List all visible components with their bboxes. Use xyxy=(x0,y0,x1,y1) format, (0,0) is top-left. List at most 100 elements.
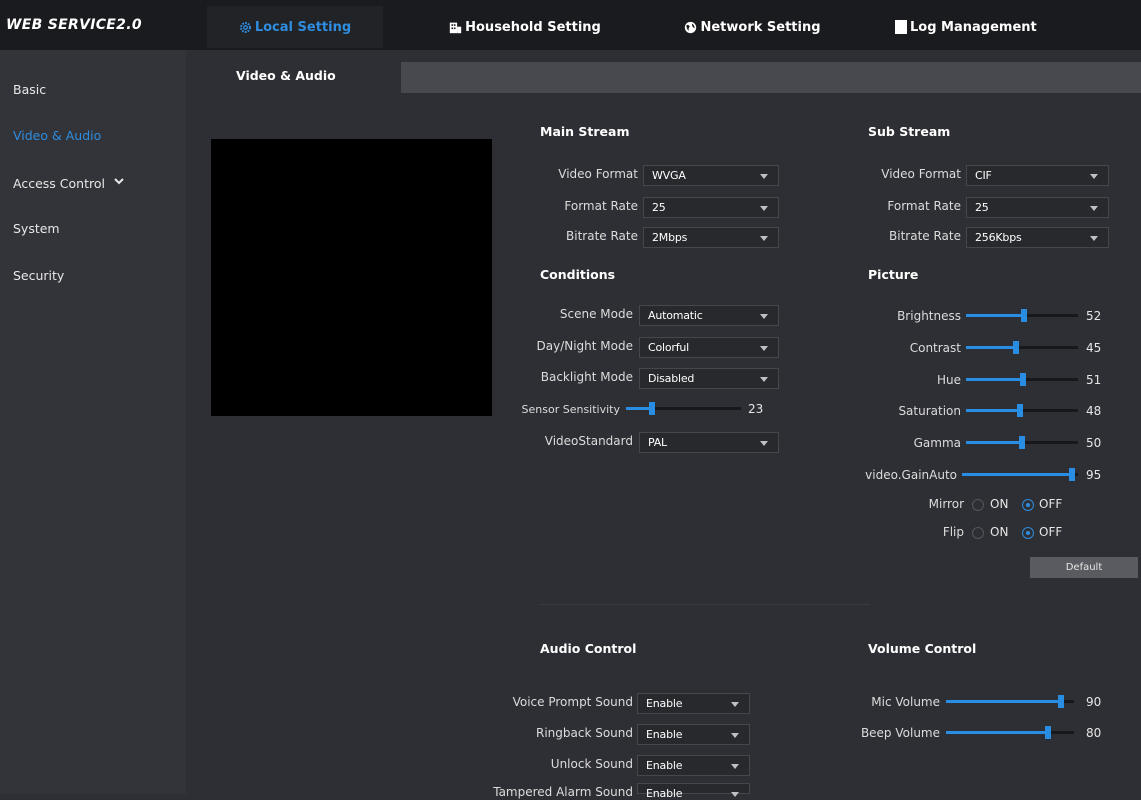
dropdown-arrow-icon xyxy=(760,377,768,382)
nav-label: Local Setting xyxy=(254,19,352,35)
saturation-slider[interactable] xyxy=(966,404,1078,417)
sidebar-item-security[interactable]: Security xyxy=(13,268,64,283)
contrast-slider[interactable] xyxy=(966,341,1078,354)
flip-off-label: OFF xyxy=(1039,525,1063,539)
sub-bitrate-rate-label: Bitrate Rate xyxy=(889,229,961,243)
saturation-value: 48 xyxy=(1086,404,1102,418)
nav-local-setting[interactable]: Local Setting xyxy=(207,6,383,48)
mirror-on-radio[interactable] xyxy=(972,499,984,511)
day-night-mode-select[interactable]: Colorful xyxy=(639,337,779,358)
backlight-mode-label: Backlight Mode xyxy=(540,370,633,384)
sub-video-format-select[interactable]: CIF xyxy=(966,165,1109,186)
slider-handle[interactable] xyxy=(1058,695,1065,708)
mic-volume-slider[interactable] xyxy=(946,695,1074,708)
backlight-mode-select[interactable]: Disabled xyxy=(639,368,779,389)
gain-auto-value: 95 xyxy=(1086,468,1102,482)
slider-handle[interactable] xyxy=(1020,373,1027,386)
main-video-format-select[interactable]: WVGA xyxy=(643,165,779,186)
default-button[interactable]: Default xyxy=(1030,557,1138,578)
saturation-label: Saturation xyxy=(898,404,961,418)
nav-label: Network Setting xyxy=(700,19,821,35)
gamma-label: Gamma xyxy=(913,436,961,450)
mirror-off-radio[interactable] xyxy=(1022,499,1034,511)
nav-household-setting[interactable]: Household Setting xyxy=(430,6,620,48)
hue-value: 51 xyxy=(1086,373,1102,387)
sidebar-item-system[interactable]: System xyxy=(13,221,60,236)
hue-label: Hue xyxy=(936,373,961,387)
day-night-mode-label: Day/Night Mode xyxy=(536,339,634,353)
dropdown-arrow-icon xyxy=(760,236,768,241)
dropdown-arrow-icon xyxy=(760,206,768,211)
slider-handle[interactable] xyxy=(1021,309,1028,322)
nav-log-management[interactable]: Log Management xyxy=(880,6,1080,48)
audio-control-title: Audio Control xyxy=(540,641,637,656)
sub-bitrate-rate-select[interactable]: 256Kbps xyxy=(966,227,1109,248)
globe-icon xyxy=(684,21,697,34)
slider-handle[interactable] xyxy=(1019,436,1025,449)
flip-on-radio[interactable] xyxy=(972,527,984,539)
picture-title: Picture xyxy=(868,267,919,282)
tampered-alarm-sound-label: Tampered Alarm Sound xyxy=(493,785,633,799)
gain-auto-slider[interactable] xyxy=(962,468,1078,481)
mirror-label: Mirror xyxy=(928,497,964,511)
ringback-sound-select[interactable]: Enable xyxy=(637,724,750,745)
main-format-rate-label: Format Rate xyxy=(564,199,638,213)
main-bitrate-rate-select[interactable]: 2Mbps xyxy=(643,227,779,248)
sub-format-rate-label: Format Rate xyxy=(887,199,961,213)
flip-on-label: ON xyxy=(990,525,1009,539)
voice-prompt-sound-select[interactable]: Enable xyxy=(637,693,750,714)
brightness-value: 52 xyxy=(1086,309,1102,323)
main-bitrate-rate-label: Bitrate Rate xyxy=(566,229,638,243)
sensor-sensitivity-slider[interactable] xyxy=(626,402,741,415)
gain-auto-label: video.GainAuto xyxy=(865,468,957,482)
brightness-slider[interactable] xyxy=(966,309,1078,322)
main-format-rate-select[interactable]: 25 xyxy=(643,197,779,218)
scene-mode-select[interactable]: Automatic xyxy=(639,305,779,326)
beep-volume-slider[interactable] xyxy=(946,726,1074,739)
main-stream-title: Main Stream xyxy=(540,124,630,139)
dropdown-arrow-icon xyxy=(1090,206,1098,211)
tab-label: Video & Audio xyxy=(236,68,336,83)
slider-handle[interactable] xyxy=(1045,726,1052,739)
slider-handle[interactable] xyxy=(649,402,656,415)
chevron-down-icon[interactable] xyxy=(113,175,125,189)
slider-handle[interactable] xyxy=(1069,468,1076,481)
flip-label: Flip xyxy=(942,525,964,539)
dropdown-arrow-icon xyxy=(760,314,768,319)
sidebar-item-video-audio[interactable]: Video & Audio xyxy=(13,128,101,143)
gamma-slider[interactable] xyxy=(966,436,1078,449)
dropdown-arrow-icon xyxy=(731,702,739,707)
beep-volume-value: 80 xyxy=(1086,726,1102,740)
nav-network-setting[interactable]: Network Setting xyxy=(655,6,850,48)
sidebar-item-basic[interactable]: Basic xyxy=(13,82,46,97)
dropdown-arrow-icon xyxy=(760,174,768,179)
mic-volume-value: 90 xyxy=(1086,695,1102,709)
slider-handle[interactable] xyxy=(1013,341,1020,354)
sub-stream-title: Sub Stream xyxy=(868,124,951,139)
video-preview xyxy=(211,139,492,416)
app-logo: WEB SERVICE2.0 xyxy=(6,17,142,33)
ringback-sound-label: Ringback Sound xyxy=(535,726,633,740)
scene-mode-label: Scene Mode xyxy=(559,307,633,321)
dropdown-arrow-icon xyxy=(731,733,739,738)
nav-label: Log Management xyxy=(910,19,1037,35)
hue-slider[interactable] xyxy=(966,373,1078,386)
section-divider xyxy=(540,604,870,605)
brightness-label: Brightness xyxy=(897,309,961,323)
tampered-alarm-sound-select[interactable]: Enable xyxy=(637,783,750,800)
main-video-format-label: Video Format xyxy=(558,167,638,181)
beep-volume-label: Beep Volume xyxy=(860,726,940,740)
mirror-on-label: ON xyxy=(990,497,1009,511)
dropdown-arrow-icon xyxy=(731,764,739,769)
unlock-sound-select[interactable]: Enable xyxy=(637,755,750,776)
flip-off-radio[interactable] xyxy=(1022,527,1034,539)
sidebar-item-access-control[interactable]: Access Control xyxy=(13,176,105,191)
video-standard-select[interactable]: PAL xyxy=(639,432,779,453)
volume-control-title: Volume Control xyxy=(868,641,977,656)
unlock-sound-label: Unlock Sound xyxy=(550,757,633,771)
video-standard-label: VideoStandard xyxy=(544,434,633,448)
contrast-label: Contrast xyxy=(909,341,961,355)
slider-handle[interactable] xyxy=(1016,404,1023,417)
sub-format-rate-select[interactable]: 25 xyxy=(966,197,1109,218)
sensor-sensitivity-label: Sensor Sensitivity xyxy=(521,403,620,416)
